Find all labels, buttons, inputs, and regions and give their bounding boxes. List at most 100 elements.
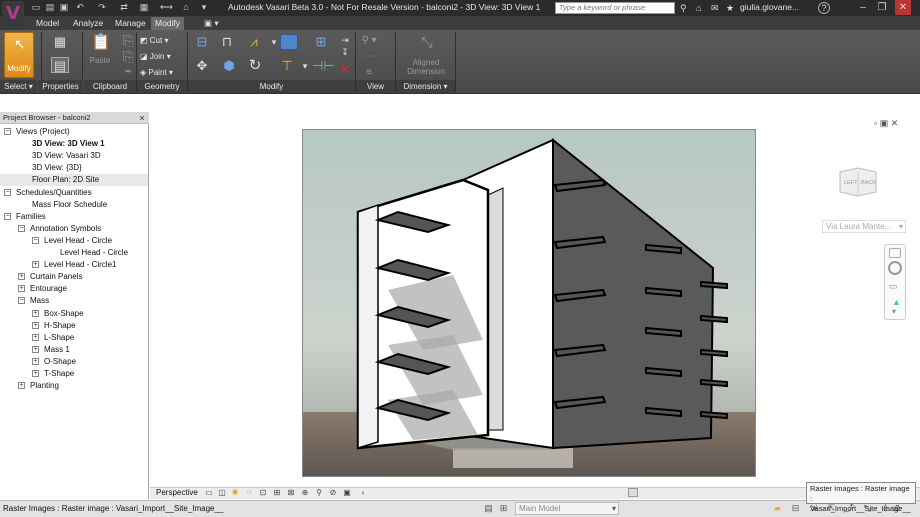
close-icon[interactable]: ✕ xyxy=(895,0,911,15)
select-links-icon[interactable]: ⊟ xyxy=(790,503,801,514)
help-button[interactable]: ? xyxy=(818,2,830,14)
redo-icon[interactable]: ↷ xyxy=(96,2,108,13)
subscription-icon[interactable]: ⌂ xyxy=(696,2,701,14)
rotate-icon[interactable]: ↻ xyxy=(246,58,264,74)
tree-item[interactable]: + Entourage xyxy=(0,283,148,295)
temporary-hide-icon[interactable]: ⚲ xyxy=(314,488,324,498)
copy-elements-icon[interactable]: ⬢ xyxy=(220,58,238,74)
move-icon[interactable]: ✥ xyxy=(193,58,211,74)
expand-icon[interactable]: + xyxy=(32,357,39,365)
trim-extend-icon[interactable]: ⊤ xyxy=(278,58,296,74)
expand-icon[interactable]: + xyxy=(32,261,39,269)
viewcube-left-face[interactable]: LEFT xyxy=(844,180,858,186)
pin-icon[interactable]: ↧ xyxy=(336,44,354,60)
horizontal-scrollbar-thumb[interactable] xyxy=(628,488,638,497)
sun-path-icon[interactable]: ✺ xyxy=(230,488,240,498)
tree-item[interactable]: 3D View: Vasari 3D xyxy=(0,150,148,162)
linework-icon[interactable]: ≡ xyxy=(360,65,378,81)
properties-button[interactable]: ▤ xyxy=(51,57,69,73)
dropdown-icon[interactable]: ▾ xyxy=(198,2,210,13)
viewcube-back-face[interactable]: BACK xyxy=(861,180,876,186)
reveal-hidden-icon[interactable]: ⊘ xyxy=(328,488,338,498)
expand-icon[interactable]: + xyxy=(18,273,25,281)
contextual-tab-icon[interactable]: ▣ ▾ xyxy=(200,17,223,30)
collapse-icon[interactable]: − xyxy=(4,128,11,135)
tree-item[interactable]: + T-Shape xyxy=(0,368,148,380)
detail-level-icon[interactable]: ▭ xyxy=(204,488,214,498)
user-menu[interactable]: giulia.giovane... xyxy=(740,2,799,12)
expand-icon[interactable]: + xyxy=(32,321,39,329)
expand-icon[interactable]: + xyxy=(32,309,39,317)
tree-item[interactable]: + Level Head - Circle1 xyxy=(0,259,148,271)
copy-icon[interactable]: ⎘ xyxy=(119,33,137,49)
tab-modify[interactable]: Modify xyxy=(151,17,185,30)
collapse-icon[interactable]: − xyxy=(18,224,25,232)
tree-item[interactable]: − Families xyxy=(0,211,148,223)
search-input[interactable]: Type a keyword or phrase xyxy=(555,2,675,14)
collapse-icon[interactable]: − xyxy=(18,297,25,305)
expand-icon[interactable]: + xyxy=(32,370,39,377)
tree-item[interactable]: − Schedules/Quantities xyxy=(0,187,148,199)
align-icon[interactable]: ⊟ xyxy=(193,34,211,50)
aligned-dimension-button[interactable]: Aligned Dimension xyxy=(400,58,452,76)
hide-element-icon[interactable]: ⚲ ▾ xyxy=(360,33,378,49)
favorite-icon[interactable]: ★ xyxy=(726,2,734,14)
scroll-left-icon[interactable]: ‹ xyxy=(358,488,368,498)
tab-analyze[interactable]: Analyze xyxy=(69,17,107,30)
paste-button[interactable]: Paste xyxy=(86,56,114,65)
worksets-icon[interactable]: ▤ xyxy=(483,503,494,514)
design-options-icon[interactable]: ⊞ xyxy=(498,503,509,514)
collapse-icon[interactable]: − xyxy=(4,188,11,196)
offset-icon[interactable]: ⊓ xyxy=(218,34,236,50)
tree-item[interactable]: + Planting xyxy=(0,380,148,392)
zoom-extents-icon[interactable]: ▲ xyxy=(892,297,901,307)
save-icon[interactable]: ▣ xyxy=(58,2,70,13)
match-type-icon[interactable]: ⌁ xyxy=(119,63,137,79)
tree-item[interactable]: Mass Floor Schedule xyxy=(0,199,148,211)
restore-icon[interactable]: ❐ xyxy=(874,0,890,15)
visual-style-icon[interactable]: ◫ xyxy=(217,488,227,498)
application-menu-button[interactable]: V xyxy=(2,1,24,31)
analysis-display-icon[interactable]: ▣ xyxy=(342,488,352,498)
tree-item[interactable]: Floor Plan: 2D Site xyxy=(0,174,148,187)
tree-item[interactable]: + O-Shape xyxy=(0,356,148,368)
collapse-icon[interactable]: − xyxy=(4,212,11,220)
sync-icon[interactable]: ⇄ xyxy=(118,2,130,13)
3d-view-canvas[interactable] xyxy=(302,129,756,477)
print-icon[interactable]: ▦ xyxy=(138,2,150,13)
view-window-controls[interactable]: ▫ ▣ ✕ xyxy=(874,118,898,129)
delete-icon[interactable]: ✕ xyxy=(336,62,354,78)
tree-item[interactable]: − Annotation Symbols xyxy=(0,223,148,235)
communication-icon[interactable]: ✉ xyxy=(711,2,719,14)
navbar-dropdown-icon[interactable]: ▾ xyxy=(892,307,900,316)
named-view-dropdown[interactable]: Via Laura Mante... ▾ xyxy=(822,220,906,233)
paint-button[interactable]: ◈ Paint ▾ xyxy=(140,68,173,77)
show-rendering-icon[interactable]: ⊡ xyxy=(258,488,268,498)
expand-icon[interactable]: + xyxy=(32,333,39,341)
tree-item[interactable]: − Level Head - Circle xyxy=(0,235,148,247)
navbar-close-icon[interactable] xyxy=(889,248,901,258)
zoom-icon[interactable]: ▭ xyxy=(889,281,903,293)
tree-item[interactable]: + Curtain Panels xyxy=(0,271,148,283)
cut-button[interactable]: ◩ Cut ▾ xyxy=(140,36,168,45)
panel-select[interactable]: Select ▾ xyxy=(0,80,37,93)
panel-dimension[interactable]: Dimension ▾ xyxy=(396,80,455,93)
tree-item[interactable]: + Mass 1 xyxy=(0,344,148,356)
new-icon[interactable]: ▭ xyxy=(30,2,42,13)
crop-view-icon[interactable]: ⊞ xyxy=(272,488,282,498)
tree-item[interactable]: − Views (Project) xyxy=(0,126,148,138)
tree-item[interactable]: 3D View: 3D View 1 xyxy=(0,138,148,150)
expand-icon[interactable]: + xyxy=(32,345,39,353)
tab-manage[interactable]: Manage xyxy=(111,17,150,30)
show-crop-icon[interactable]: ⊠ xyxy=(286,488,296,498)
tab-model[interactable]: Model xyxy=(32,17,63,30)
tree-item[interactable]: − Mass xyxy=(0,295,148,307)
undo-icon[interactable]: ↶ xyxy=(74,2,86,13)
array-icon[interactable]: ⊞ xyxy=(312,34,330,50)
binoculars-icon[interactable]: ⚲ xyxy=(680,2,687,14)
expand-icon[interactable]: + xyxy=(18,285,25,293)
tree-item[interactable]: 3D View: {3D} xyxy=(0,162,148,174)
active-model-dropdown[interactable]: Main Model ▾ xyxy=(515,502,619,515)
tree-item[interactable]: + L-Shape xyxy=(0,332,148,344)
perspective-label[interactable]: Perspective xyxy=(156,488,198,497)
